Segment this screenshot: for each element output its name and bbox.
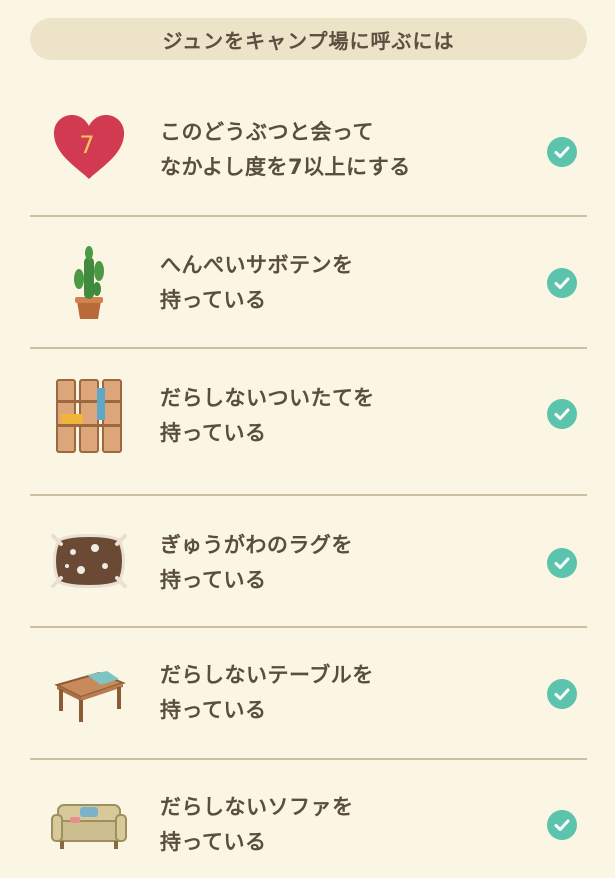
condition-row-table: だらしないテーブルを 持っている [30,628,587,760]
check-icon [547,679,577,709]
page-title-text: ジュンをキャンプ場に呼ぶには [162,28,455,53]
page-title: ジュンをキャンプ場に呼ぶには [30,18,587,60]
condition-line-2: 持っている [160,830,267,854]
condition-line-1: へんぺいサボテンを [160,253,354,277]
condition-line-1: だらしないついたてを [160,386,375,410]
condition-row-rug: ぎゅうがわのラグを 持っている [30,496,587,628]
condition-row-partition: だらしないついたてを 持っている [30,349,587,496]
condition-line-2: 持っている [160,421,267,445]
check-icon [547,399,577,429]
check-icon [547,810,577,840]
check-icon [547,137,577,167]
condition-text: だらしないソファを 持っている [160,790,354,860]
condition-line-1: だらしないテーブルを [160,663,374,687]
heart-icon: 7 [48,106,130,188]
table-icon [48,653,130,735]
condition-list: 7 このどうぶつと会って なかよし度を7以上にする へんぺいサボテンを 持ってい… [30,84,587,878]
condition-text: だらしないついたてを 持っている [160,381,375,451]
rug-icon [48,520,130,602]
friendship-level-badge: 7 [79,131,94,159]
condition-line-2: 持っている [160,568,267,592]
check-icon [547,268,577,298]
condition-text: ぎゅうがわのラグを 持っている [160,528,353,598]
condition-line-1: ぎゅうがわのラグを [160,533,353,557]
condition-line-2: 持っている [160,288,267,312]
condition-text: このどうぶつと会って なかよし度を7以上にする [160,115,411,185]
condition-line-2: 持っている [160,698,267,722]
cactus-icon [48,242,130,324]
condition-line-1: だらしないソファを [160,795,354,819]
partition-screen-icon [48,375,130,457]
condition-line-1: このどうぶつと会って [160,120,374,144]
sofa-icon [48,784,130,866]
condition-text: だらしないテーブルを 持っている [160,658,374,728]
check-icon [547,548,577,578]
condition-text: へんぺいサボテンを 持っている [160,248,354,318]
condition-row-cactus: へんぺいサボテンを 持っている [30,217,587,349]
condition-row-friendship: 7 このどうぶつと会って なかよし度を7以上にする [30,84,587,217]
condition-line-2: なかよし度を7以上にする [160,155,411,179]
condition-row-sofa: だらしないソファを 持っている [30,760,587,878]
